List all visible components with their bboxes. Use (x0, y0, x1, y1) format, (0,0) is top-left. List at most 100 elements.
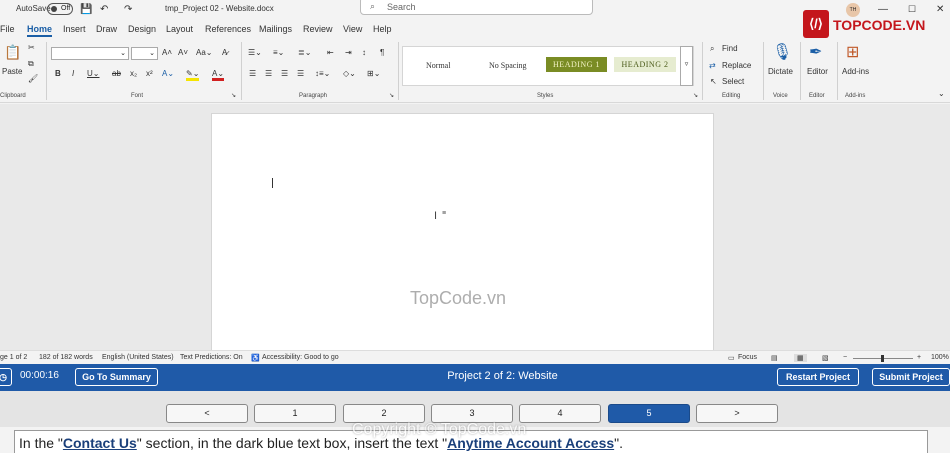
select-button[interactable]: Select (722, 77, 744, 86)
accessibility-status[interactable]: Accessibility: Good to go (262, 354, 339, 361)
tab-file[interactable]: File (0, 24, 15, 34)
read-mode-icon[interactable]: ▤ (771, 354, 778, 362)
font-size-field[interactable]: ⌄ (131, 47, 158, 60)
document-page[interactable]: I ≡ (211, 113, 714, 353)
find-button[interactable]: Find (722, 44, 738, 53)
grow-font-icon[interactable]: A˄ (162, 48, 172, 57)
cut-icon[interactable]: ✂ (28, 43, 35, 52)
style-heading-1[interactable]: HEADING 1 (546, 57, 607, 72)
paste-button[interactable]: Paste (2, 67, 22, 76)
timer-icon[interactable]: ◷ (0, 368, 12, 386)
redo-icon[interactable]: ↷ (124, 4, 132, 15)
editor-icon[interactable]: ✒ (809, 42, 822, 62)
font-dialog-icon[interactable]: ↘ (231, 92, 236, 99)
tab-layout[interactable]: Layout (166, 24, 193, 34)
prev-task-button[interactable]: < (166, 404, 248, 423)
tab-view[interactable]: View (343, 24, 362, 34)
shading-icon[interactable]: ◇⌄ (343, 69, 356, 78)
show-marks-icon[interactable]: ¶ (380, 48, 384, 57)
select-icon[interactable]: ↖ (710, 77, 717, 86)
autosave-toggle[interactable]: Off (47, 3, 73, 15)
styles-dialog-icon[interactable]: ↘ (693, 92, 698, 99)
document-filename: tmp_Project 02 - Website.docx (165, 4, 274, 13)
format-painter-icon[interactable]: 🖌 (28, 74, 38, 83)
page-count[interactable]: ge 1 of 2 (0, 354, 27, 361)
add-ins-icon[interactable]: ⊞ (846, 42, 859, 62)
replace-button[interactable]: Replace (722, 61, 751, 70)
styles-more-button[interactable]: ▿ (680, 46, 693, 86)
zoom-in-icon[interactable]: + (917, 354, 921, 361)
tab-references[interactable]: References (205, 24, 251, 34)
tab-design[interactable]: Design (128, 24, 156, 34)
task-button-5[interactable]: 5 (608, 404, 690, 423)
bullets-icon[interactable]: ☰⌄ (248, 48, 262, 57)
print-layout-icon[interactable]: ▦ (794, 354, 807, 362)
copy-icon[interactable]: ⧉ (28, 59, 34, 69)
task-button-1[interactable]: 1 (254, 404, 336, 423)
align-center-icon[interactable]: ☰ (265, 69, 272, 78)
chevron-down-icon: ▿ (684, 61, 689, 68)
add-ins-button[interactable]: Add-ins (842, 67, 869, 76)
style-no-spacing[interactable]: No Spacing (489, 61, 527, 70)
justify-icon[interactable]: ☰ (297, 69, 304, 78)
style-normal[interactable]: Normal (426, 61, 450, 70)
dictate-button[interactable]: Dictate (768, 67, 793, 76)
shrink-font-icon[interactable]: A˅ (178, 48, 188, 57)
numbering-icon[interactable]: ≡⌄ (273, 48, 284, 57)
text-predictions[interactable]: Text Predictions: On (180, 354, 243, 361)
web-layout-icon[interactable]: ▧ (822, 354, 829, 362)
increase-indent-icon[interactable]: ⇥ (345, 48, 352, 57)
tab-home[interactable]: Home (27, 24, 53, 37)
task-button-4[interactable]: 4 (519, 404, 601, 423)
superscript-icon[interactable]: x² (146, 69, 153, 78)
close-icon[interactable]: ✕ (936, 4, 944, 15)
subscript-icon[interactable]: x₂ (130, 69, 137, 78)
autosave-label: AutoSave (16, 4, 51, 13)
go-to-summary-button[interactable]: Go To Summary (75, 368, 158, 386)
highlight-icon[interactable]: ✎⌄ (186, 69, 200, 81)
align-left-icon[interactable]: ☰ (249, 69, 256, 78)
editor-button[interactable]: Editor (807, 67, 828, 76)
text-effects-icon[interactable]: A⌄ (162, 69, 174, 78)
strikethrough-icon[interactable]: ab (112, 69, 121, 78)
autosave-state: Off (61, 5, 71, 12)
word-count[interactable]: 182 of 182 words (39, 354, 93, 361)
search-box[interactable]: ⌕ Search (360, 0, 593, 15)
bold-icon[interactable]: B (55, 69, 61, 78)
font-name-field[interactable]: ⌄ (51, 47, 129, 60)
replace-icon[interactable]: ⇄ (709, 61, 716, 70)
style-heading-2[interactable]: HEADING 2 (614, 57, 676, 72)
tab-mailings[interactable]: Mailings (259, 24, 292, 34)
tab-insert[interactable]: Insert (63, 24, 86, 34)
zoom-slider[interactable] (853, 355, 913, 362)
microphone-icon[interactable]: 🎙 (772, 42, 792, 62)
underline-icon[interactable]: U⌄ (87, 69, 99, 78)
decrease-indent-icon[interactable]: ⇤ (327, 48, 334, 57)
line-spacing-icon[interactable]: ↕≡⌄ (315, 69, 330, 78)
multilevel-list-icon[interactable]: ≣⌄ (298, 48, 311, 57)
paste-icon[interactable]: 📋 (4, 44, 21, 61)
tab-help[interactable]: Help (373, 24, 392, 34)
next-task-button[interactable]: > (696, 404, 778, 423)
zoom-out-icon[interactable]: − (843, 354, 847, 361)
undo-icon[interactable]: ↶ (100, 4, 108, 15)
focus-button[interactable]: Focus (738, 354, 757, 361)
restart-project-button[interactable]: Restart Project (777, 368, 859, 386)
collapse-ribbon-icon[interactable]: ⌄ (938, 89, 945, 98)
change-case-icon[interactable]: Aa⌄ (196, 48, 213, 57)
language[interactable]: English (United States) (102, 354, 174, 361)
italic-icon[interactable]: I (72, 69, 74, 78)
find-icon[interactable]: ⌕ (710, 44, 714, 54)
submit-project-button[interactable]: Submit Project (872, 368, 950, 386)
zoom-slider-thumb[interactable] (881, 355, 884, 362)
sort-icon[interactable]: ↕ (362, 48, 366, 57)
tab-draw[interactable]: Draw (96, 24, 117, 34)
save-icon[interactable]: 💾 (80, 4, 92, 15)
align-right-icon[interactable]: ☰ (281, 69, 288, 78)
paragraph-dialog-icon[interactable]: ↘ (389, 92, 394, 99)
font-color-icon[interactable]: A⌄ (212, 69, 225, 81)
borders-icon[interactable]: ⊞⌄ (367, 69, 380, 78)
clear-formatting-icon[interactable]: A̷ (222, 48, 227, 57)
tab-review[interactable]: Review (303, 24, 333, 34)
zoom-level[interactable]: 100% (931, 354, 949, 361)
